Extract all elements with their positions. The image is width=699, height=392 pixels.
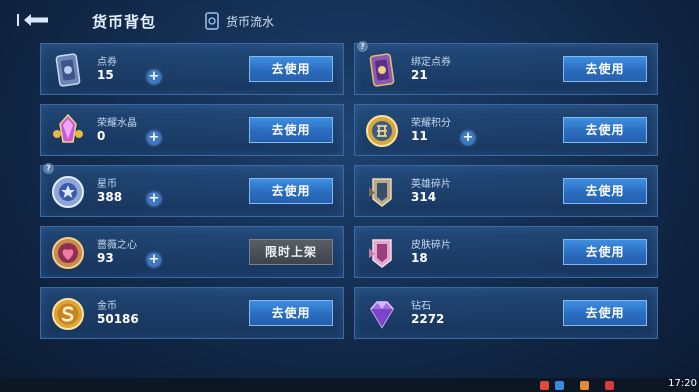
help-icon[interactable]: ? xyxy=(357,41,368,52)
currency-name: 蔷薇之心 xyxy=(97,240,137,251)
system-taskbar: 17:20 xyxy=(0,378,699,392)
currency-card-star-coin: ? 星币 388 + 去使用 xyxy=(40,163,344,217)
star-coin-icon xyxy=(52,176,84,208)
use-button[interactable]: 去使用 xyxy=(563,178,647,204)
limited-time-button: 限时上架 xyxy=(249,239,333,265)
add-glory-points-button[interactable]: + xyxy=(461,131,475,145)
rose-heart-icon xyxy=(52,237,84,269)
currency-amount: 21 xyxy=(411,68,428,82)
bound-coupon-card-icon xyxy=(369,53,395,87)
tray-app-icon[interactable] xyxy=(555,381,564,390)
currency-amount: 0 xyxy=(97,129,106,143)
tray-app-icon[interactable] xyxy=(540,381,549,390)
add-glory-crystal-button[interactable]: + xyxy=(147,131,161,145)
use-button[interactable]: 去使用 xyxy=(563,56,647,82)
tray-app-icon[interactable] xyxy=(580,381,589,390)
currency-card-hero-shard: 英雄碎片 314 去使用 xyxy=(354,165,658,217)
currency-amount: 18 xyxy=(411,251,428,265)
glory-points-medal-icon xyxy=(366,115,398,147)
currency-card-skin-shard: 皮肤碎片 18 去使用 xyxy=(354,226,658,278)
currency-amount: 15 xyxy=(97,68,114,82)
use-button[interactable]: 去使用 xyxy=(249,117,333,143)
currency-name: 点券 xyxy=(97,57,117,68)
hero-shard-icon xyxy=(369,178,392,207)
currency-card-diamond: 钻石 2272 去使用 xyxy=(354,287,658,339)
top-bar: 货币背包 货币流水 xyxy=(0,0,699,40)
use-button[interactable]: 去使用 xyxy=(563,239,647,265)
currency-card-coupon: 点券 15 + 去使用 xyxy=(40,43,344,95)
currency-amount: 314 xyxy=(411,190,437,204)
use-button[interactable]: 去使用 xyxy=(249,178,333,204)
currency-card-bound-coupon: ? 绑定点券 21 去使用 xyxy=(354,41,658,95)
currency-name: 皮肤碎片 xyxy=(411,240,451,251)
back-arrow-icon[interactable] xyxy=(14,8,54,32)
ledger-icon xyxy=(205,12,219,30)
diamond-icon xyxy=(370,301,394,329)
use-button[interactable]: 去使用 xyxy=(563,117,647,143)
currency-name: 星币 xyxy=(97,179,117,190)
clock: 17:20 xyxy=(668,378,697,389)
add-rose-heart-button[interactable]: + xyxy=(147,253,161,267)
use-button[interactable]: 去使用 xyxy=(249,300,333,326)
currency-name: 绑定点券 xyxy=(411,57,451,68)
currency-name: 金币 xyxy=(97,301,117,312)
coupon-card-icon xyxy=(55,53,81,87)
currency-card-rose-heart: 蔷薇之心 93 + 限时上架 xyxy=(40,226,344,278)
currency-name: 英雄碎片 xyxy=(411,179,451,190)
use-button[interactable]: 去使用 xyxy=(563,300,647,326)
currency-name: 荣耀水晶 xyxy=(97,118,137,129)
currency-amount: 388 xyxy=(97,190,123,204)
currency-card-glory-points: 荣耀积分 11 + 去使用 xyxy=(354,104,658,156)
currency-amount: 11 xyxy=(411,129,428,143)
currency-name: 钻石 xyxy=(411,301,431,312)
help-icon[interactable]: ? xyxy=(43,163,54,174)
tab-currency-flow[interactable]: 货币流水 xyxy=(205,11,274,31)
currency-name: 荣耀积分 xyxy=(411,118,451,129)
tab-currency-flow-label: 货币流水 xyxy=(226,14,275,29)
add-coupon-button[interactable]: + xyxy=(147,70,161,84)
skin-shard-icon xyxy=(369,239,392,268)
currency-amount: 2272 xyxy=(411,312,445,326)
currency-card-gold-coin: 金币 50186 去使用 xyxy=(40,287,344,339)
add-star-coin-button[interactable]: + xyxy=(147,192,161,206)
glory-crystal-icon xyxy=(53,113,83,143)
tray-app-icon[interactable] xyxy=(605,381,614,390)
currency-card-glory-crystal: 荣耀水晶 0 + 去使用 xyxy=(40,104,344,156)
currency-amount: 50186 xyxy=(97,312,139,326)
use-button[interactable]: 去使用 xyxy=(249,56,333,82)
tab-currency-backpack[interactable]: 货币背包 xyxy=(92,11,156,32)
gold-coin-icon xyxy=(52,298,84,330)
currency-amount: 93 xyxy=(97,251,114,265)
